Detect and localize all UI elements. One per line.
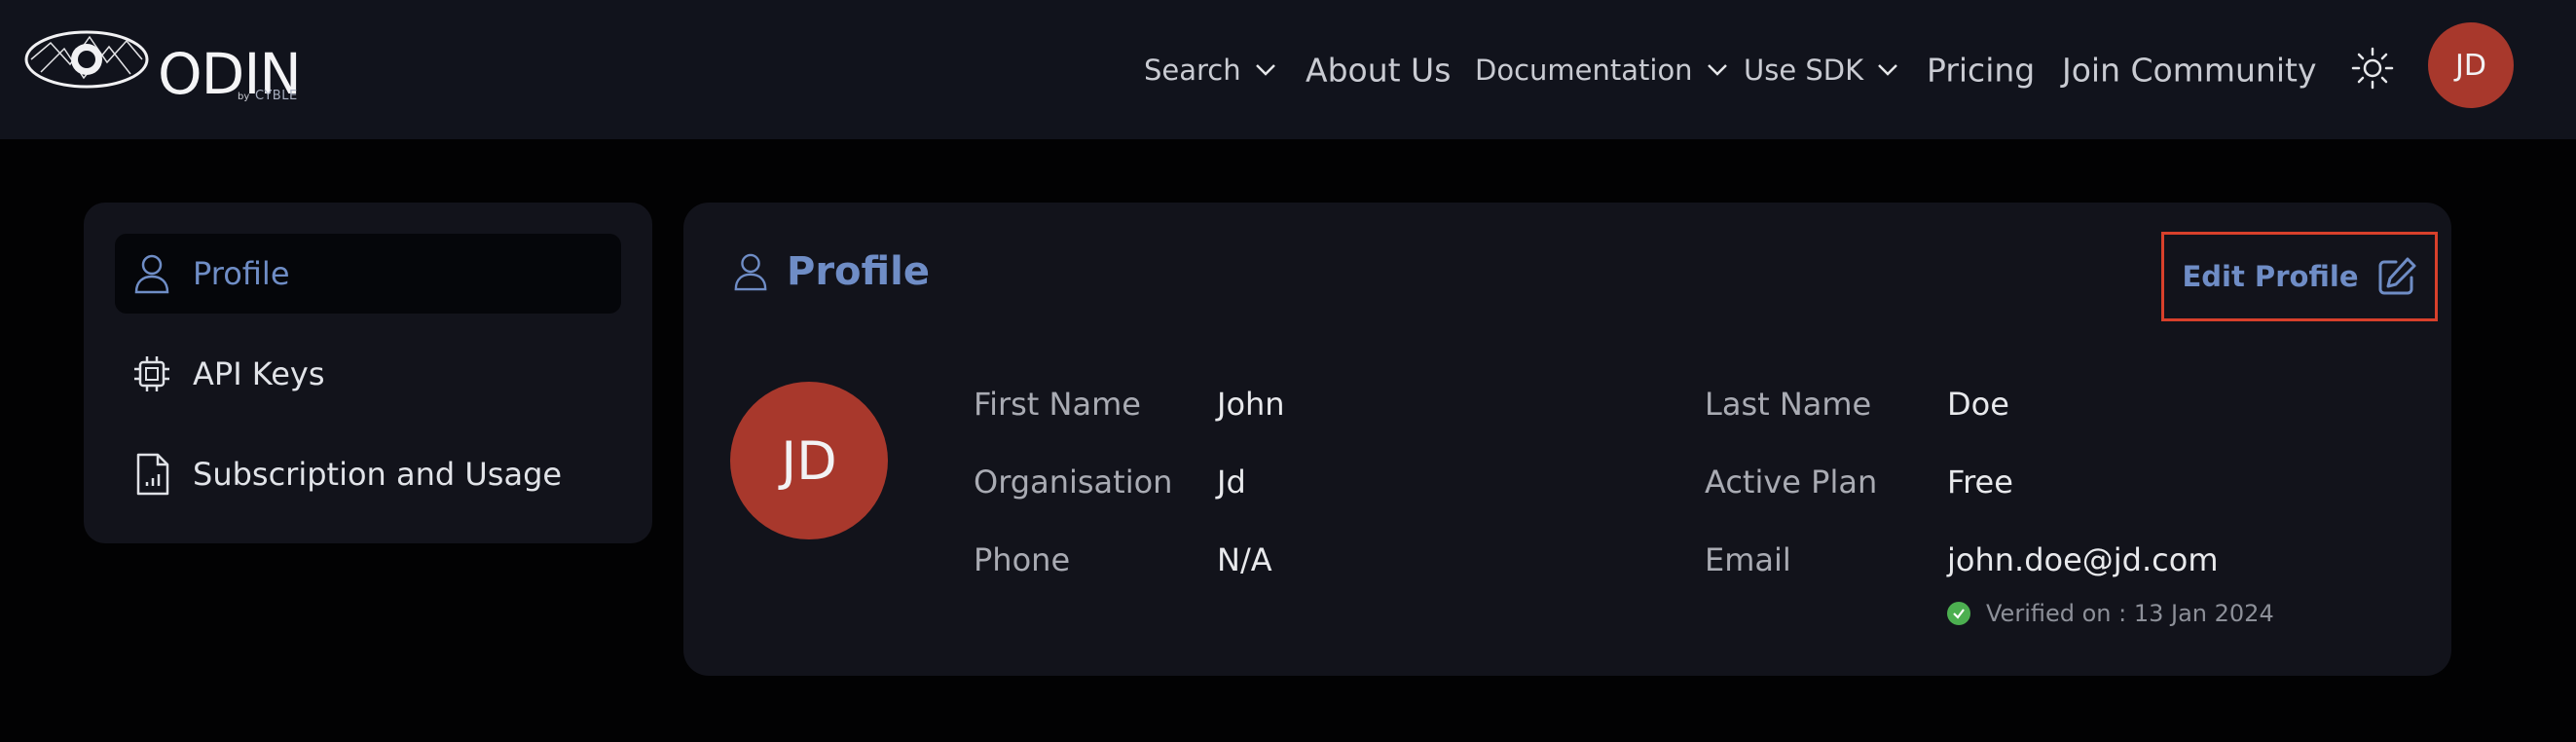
sun-icon[interactable]	[2351, 47, 2394, 90]
nav-pricing[interactable]: Pricing	[1927, 51, 2035, 89]
profile-card: Profile Edit Profile JD First Name John …	[683, 203, 2451, 676]
sidebar-item-subscription[interactable]: Subscription and Usage	[115, 434, 621, 514]
chevron-down-icon	[1255, 63, 1275, 76]
logo-brand-text: CYBLE	[255, 89, 298, 103]
chevron-down-icon	[1707, 63, 1727, 76]
nav-documentation[interactable]: Documentation	[1475, 54, 1728, 87]
phone-value: N/A	[1217, 541, 1272, 578]
sidebar-item-label: Profile	[193, 255, 290, 292]
profile-avatar: JD	[730, 382, 888, 539]
last-name-label: Last Name	[1705, 386, 1872, 423]
active-plan-label: Active Plan	[1705, 464, 1878, 501]
nav-search[interactable]: Search	[1144, 54, 1276, 87]
profile-avatar-initials: JD	[781, 429, 837, 492]
organisation-value: Jd	[1217, 464, 1246, 501]
email-verified-status: Verified on : 13 Jan 2024	[1947, 600, 2274, 627]
user-icon	[132, 254, 171, 294]
sidebar-item-label: Subscription and Usage	[193, 456, 563, 493]
eye-logo-icon	[24, 30, 149, 89]
nav-about-us[interactable]: About Us	[1306, 51, 1451, 89]
active-plan-value: Free	[1947, 464, 2013, 501]
sidebar-item-profile[interactable]: Profile	[115, 234, 621, 314]
sidebar-item-api-keys[interactable]: API Keys	[115, 334, 621, 414]
logo-by-text: by	[238, 92, 250, 102]
edit-pencil-icon	[2378, 257, 2416, 295]
profile-heading: Profile	[732, 249, 930, 294]
nav-about-us-label: About Us	[1306, 51, 1452, 89]
nav-join-community[interactable]: Join Community	[2062, 51, 2317, 89]
profile-title: Profile	[787, 249, 931, 294]
last-name-value: Doe	[1947, 386, 2009, 423]
file-chart-icon	[132, 453, 171, 496]
chip-icon	[132, 354, 171, 393]
email-value: john.doe@jd.com	[1947, 541, 2219, 578]
nav-use-sdk-label: Use SDK	[1744, 53, 1864, 87]
settings-sidebar: Profile API Keys Subscription and Usage	[84, 203, 652, 543]
odin-logo[interactable]: ODIN by CYBLE	[21, 21, 313, 111]
sidebar-item-label: API Keys	[193, 355, 325, 392]
nav-use-sdk[interactable]: Use SDK	[1744, 54, 1898, 87]
user-icon	[734, 253, 767, 291]
nav-pricing-label: Pricing	[1927, 51, 2036, 89]
nav-join-community-label: Join Community	[2062, 51, 2317, 89]
chevron-down-icon	[1878, 63, 1898, 76]
top-navbar: ODIN by CYBLE Search About Us Documentat…	[0, 0, 2576, 139]
edit-profile-label: Edit Profile	[2182, 260, 2359, 293]
first-name-label: First Name	[974, 386, 1141, 423]
first-name-value: John	[1217, 386, 1285, 423]
verified-text: Verified on : 13 Jan 2024	[1986, 600, 2274, 627]
edit-profile-button[interactable]: Edit Profile	[2161, 232, 2438, 321]
phone-label: Phone	[974, 541, 1071, 578]
check-circle-icon	[1947, 602, 1970, 625]
email-label: Email	[1705, 541, 1791, 578]
organisation-label: Organisation	[974, 464, 1173, 501]
nav-documentation-label: Documentation	[1475, 53, 1693, 87]
user-avatar-initials: JD	[2455, 48, 2486, 83]
user-avatar-button[interactable]: JD	[2428, 22, 2514, 108]
nav-search-label: Search	[1144, 53, 1241, 87]
